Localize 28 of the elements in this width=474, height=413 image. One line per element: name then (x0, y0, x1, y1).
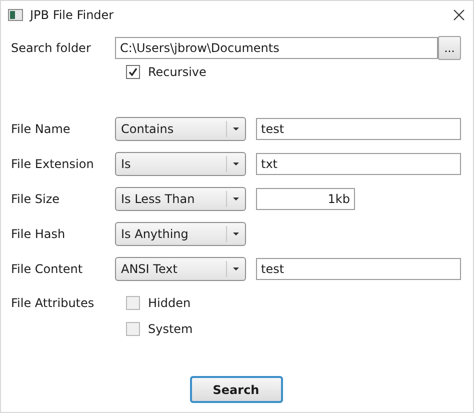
browse-button[interactable]: ... (438, 36, 461, 60)
value-field[interactable]: txt (256, 153, 461, 175)
field-label: File Content (11, 262, 84, 276)
field-label: File Size (11, 192, 61, 206)
folder-field[interactable]: C:\Users\jbrow\Documents (115, 37, 438, 59)
operator-dropdown[interactable]: Is (115, 152, 246, 176)
operator-dropdown[interactable]: Is Less Than (115, 187, 246, 211)
checkbox-label[interactable]: System (148, 322, 193, 336)
field-label: Search folder (11, 41, 92, 55)
close-icon[interactable] (453, 8, 465, 20)
search-button[interactable]: Search (190, 376, 282, 403)
checkbox-label[interactable]: Recursive (148, 65, 206, 79)
value-field[interactable]: test (256, 258, 461, 280)
checkbox[interactable] (126, 322, 140, 336)
checkbox-label[interactable]: Hidden (148, 296, 191, 310)
value-field[interactable]: test (256, 118, 461, 140)
app-icon (8, 8, 24, 22)
operator-dropdown[interactable]: Contains (115, 117, 246, 141)
field-label: File Name (11, 122, 72, 136)
operator-dropdown[interactable]: ANSI Text (115, 257, 246, 281)
field-label: File Hash (11, 227, 66, 241)
checkbox[interactable] (126, 296, 140, 310)
value-field[interactable]: 1kb (256, 188, 355, 210)
field-label: File Extension (11, 157, 95, 171)
checkbox[interactable] (126, 65, 140, 79)
window-title: JPB File Finder (30, 8, 115, 22)
operator-dropdown[interactable]: Is Anything (115, 222, 246, 246)
field-label: File Attributes (11, 296, 96, 310)
